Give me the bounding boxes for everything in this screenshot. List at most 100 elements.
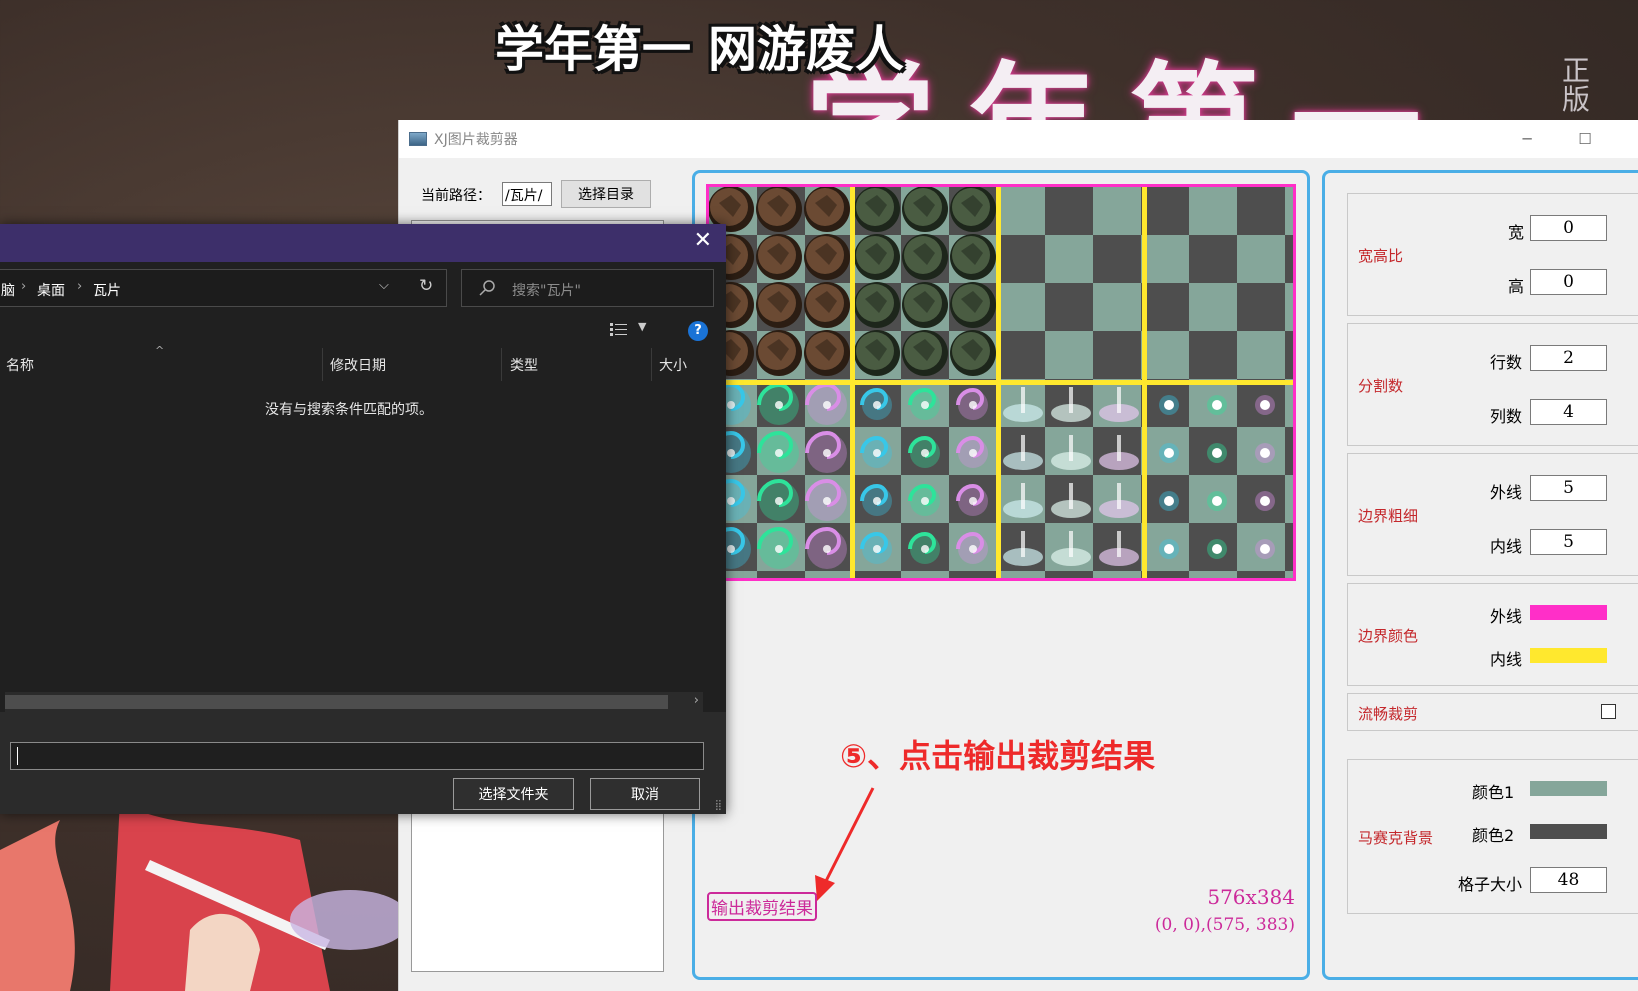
outer-color-swatch[interactable] [1530, 605, 1607, 620]
sprite-tile [1003, 387, 1043, 422]
border-color-group: 边界颜色 外线 内线 [1347, 583, 1638, 686]
column-separator[interactable] [651, 348, 652, 381]
column-type[interactable]: 类型 [510, 355, 538, 375]
video-subtitle: 学年第一 网游废人 [495, 21, 905, 78]
sprite-tile [805, 478, 847, 521]
chevron-down-icon[interactable]: ⌵ [379, 278, 389, 293]
view-options-icon[interactable] [609, 322, 629, 338]
address-bar[interactable]: 脑 › 桌面 › 瓦片 ⌵ ↻ [0, 269, 447, 307]
breadcrumb-item[interactable]: 桌面 [37, 280, 65, 300]
select-folder-button[interactable]: 选择文件夹 [453, 778, 574, 810]
sprite-tile [956, 483, 988, 516]
tutorial-annotation: ⑤、点击输出裁剪结果 [840, 737, 1156, 775]
resize-grip-icon[interactable]: ⣿ [715, 800, 722, 811]
height-label: 高 [1508, 277, 1525, 296]
cols-label: 列数 [1490, 407, 1523, 426]
video-watermark: 正版 [1561, 54, 1590, 116]
chevron-right-icon[interactable]: › [694, 693, 699, 708]
split-group: 分割数 行数 2 列数 4 [1347, 323, 1638, 446]
cancel-button[interactable]: 取消 [590, 778, 700, 810]
sprite-tile [1099, 387, 1139, 422]
dialog-footer: 选择文件夹 取消 ⣿ [0, 712, 726, 814]
sprite-tile [804, 234, 850, 280]
sprite-tile [956, 435, 988, 468]
sprite-tile [1207, 443, 1227, 463]
sprite-tile [1003, 435, 1043, 470]
sprite-tile [860, 435, 892, 468]
sprite-tile [1099, 483, 1139, 518]
selection-coords-text: (0, 0),(575, 383) [1154, 915, 1295, 935]
maximize-button[interactable]: ☐ [1562, 120, 1608, 158]
inner-width-label: 内线 [1490, 537, 1523, 556]
mosaic-color2-swatch[interactable] [1530, 824, 1607, 839]
sprite-tile [1255, 539, 1275, 559]
column-separator[interactable] [322, 348, 323, 381]
sprite-tile [1051, 387, 1091, 422]
settings-panel: 宽高比 宽 0 高 0 分割数 行数 2 列数 4 边界粗细 外线 5 内线 5… [1322, 170, 1638, 980]
text-caret [17, 747, 18, 765]
sprite-tile [860, 387, 892, 420]
width-input[interactable]: 0 [1530, 215, 1607, 241]
minimize-button[interactable]: ─ [1504, 120, 1550, 158]
sprite-tile [950, 187, 996, 232]
rows-input[interactable]: 2 [1530, 345, 1607, 371]
view-caret-icon[interactable]: ▼ [638, 320, 646, 333]
outer-color-label: 外线 [1490, 607, 1523, 626]
smooth-crop-checkbox[interactable] [1601, 704, 1616, 719]
breadcrumb-item[interactable]: 瓦片 [93, 280, 121, 300]
height-input[interactable]: 0 [1530, 269, 1607, 295]
sprite-tile [756, 187, 802, 232]
crop-preview-grid[interactable] [706, 184, 1296, 581]
output-crop-button[interactable]: 输出裁剪结果 [707, 892, 817, 921]
inner-width-input[interactable]: 5 [1530, 529, 1607, 555]
border-width-title: 边界粗细 [1358, 507, 1419, 525]
sprite-tile [956, 531, 988, 564]
sprite-tile [860, 483, 892, 516]
border-color-title: 边界颜色 [1358, 627, 1419, 645]
search-icon [479, 280, 495, 296]
inner-color-swatch[interactable] [1530, 648, 1607, 663]
app-icon [409, 132, 427, 146]
horizontal-scrollbar[interactable]: › [5, 692, 703, 712]
aspect-title: 宽高比 [1358, 247, 1404, 265]
scrollbar-thumb[interactable] [5, 695, 668, 709]
cell-size-label: 格子大小 [1458, 875, 1523, 894]
sprite-tile [1051, 435, 1091, 470]
sprite-tile [805, 382, 847, 425]
sprite-tile [1207, 395, 1227, 415]
sprite-tile [804, 282, 850, 328]
sprite-tile [804, 187, 850, 232]
anime-character-image [0, 800, 400, 991]
smooth-crop-group: 流畅裁剪 [1347, 693, 1638, 731]
window-titlebar: XJ图片裁剪器 ─ ☐ [399, 120, 1638, 158]
column-modified[interactable]: 修改日期 [330, 355, 386, 375]
rows-label: 行数 [1490, 353, 1523, 372]
sprite-tile [1003, 483, 1043, 518]
cols-input[interactable]: 4 [1530, 399, 1607, 425]
refresh-icon[interactable]: ↻ [419, 276, 433, 296]
sprite-tile [1051, 531, 1091, 566]
column-name[interactable]: 名称 [6, 355, 34, 375]
sprite-tile [902, 330, 948, 376]
sprite-tile [1099, 531, 1139, 566]
help-icon[interactable]: ? [688, 321, 708, 341]
folder-name-input[interactable] [10, 742, 704, 770]
sprite-tile [908, 435, 940, 468]
close-icon[interactable]: ✕ [694, 228, 712, 253]
select-dir-button[interactable]: 选择目录 [561, 180, 651, 208]
breadcrumb-item[interactable]: 脑 [1, 280, 15, 300]
outer-width-input[interactable]: 5 [1530, 475, 1607, 501]
split-title: 分割数 [1358, 377, 1404, 395]
search-box[interactable]: 搜索"瓦片" [461, 269, 714, 307]
color1-label: 颜色1 [1472, 783, 1515, 802]
path-input[interactable]: /瓦片/ [502, 182, 552, 206]
sprite-tile [908, 483, 940, 516]
sprite-tile [908, 387, 940, 420]
mosaic-color1-swatch[interactable] [1530, 781, 1607, 796]
sort-caret-icon: ^ [155, 344, 165, 357]
column-size[interactable]: 大小 [659, 355, 687, 375]
column-separator[interactable] [501, 348, 502, 381]
chevron-right-icon: › [21, 279, 27, 294]
cell-size-input[interactable]: 48 [1530, 867, 1607, 893]
sprite-tile [1159, 539, 1179, 559]
